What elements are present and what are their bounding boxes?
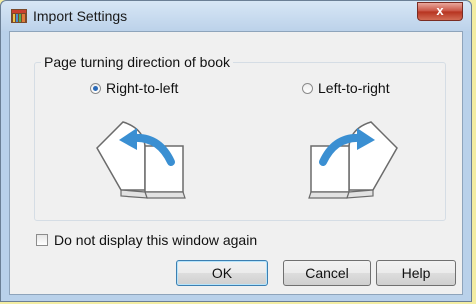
option-right-to-left[interactable]: Right-to-left: [90, 80, 178, 96]
group-legend: Page turning direction of book: [44, 54, 231, 70]
do-not-display-checkbox[interactable]: [36, 234, 48, 246]
option-left-to-right[interactable]: Left-to-right: [302, 80, 390, 96]
book-right-to-left-icon[interactable]: [93, 118, 193, 206]
dialog-body: Page turning direction of book Right-to-…: [9, 31, 463, 295]
title-bar[interactable]: Import Settings x: [1, 1, 471, 31]
do-not-display-option[interactable]: Do not display this window again: [36, 232, 257, 248]
window-title: Import Settings: [33, 8, 128, 24]
book-left-to-right-icon[interactable]: [301, 118, 401, 206]
right-to-left-radio[interactable]: [90, 82, 101, 94]
close-button[interactable]: x: [417, 2, 463, 21]
right-to-left-label: Right-to-left: [106, 80, 179, 96]
help-button[interactable]: Help: [376, 260, 456, 286]
import-settings-dialog: Import Settings x Page turning direction…: [0, 0, 472, 302]
do-not-display-label: Do not display this window again: [54, 232, 258, 248]
app-icon: [11, 9, 27, 23]
left-to-right-label: Left-to-right: [318, 80, 390, 96]
ok-button[interactable]: OK: [176, 260, 268, 286]
cancel-button[interactable]: Cancel: [283, 260, 371, 286]
left-to-right-radio[interactable]: [302, 82, 313, 94]
page-direction-group: Page turning direction of book Right-to-…: [34, 54, 446, 221]
close-icon: x: [436, 3, 444, 18]
